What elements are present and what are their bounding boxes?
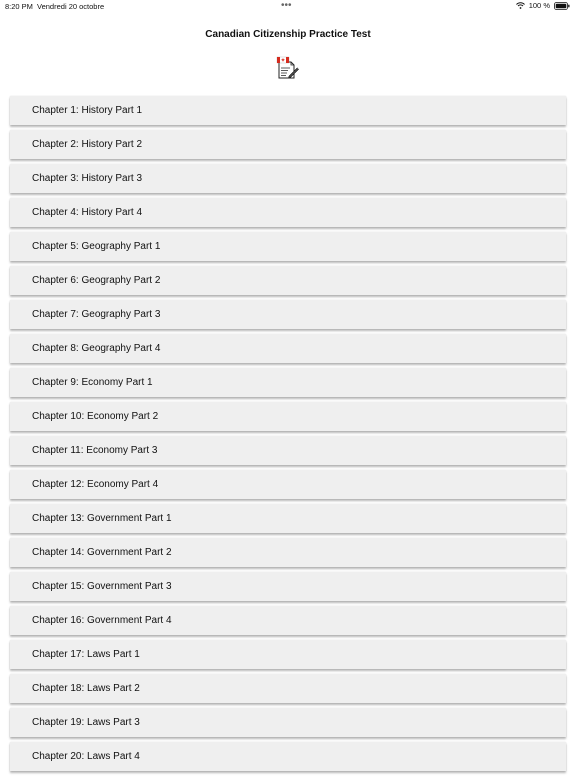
chapter-label: Chapter 20: Laws Part 4 (32, 751, 140, 762)
chapter-label: Chapter 3: History Part 3 (32, 173, 143, 184)
status-right-group: 100 % (515, 1, 570, 10)
chapter-label: Chapter 17: Laws Part 1 (32, 649, 140, 660)
chapter-label: Chapter 19: Laws Part 3 (32, 717, 140, 728)
chapter-label: Chapter 11: Economy Part 3 (32, 445, 158, 456)
chapter-label: Chapter 5: Geography Part 1 (32, 241, 161, 252)
chapter-label: Chapter 12: Economy Part 4 (32, 479, 159, 490)
chapter-label: Chapter 15: Government Part 3 (32, 581, 172, 592)
chapter-item-3[interactable]: Chapter 3: History Part 3 (10, 164, 566, 193)
canada-flag-document-icon (276, 56, 300, 80)
chapter-label: Chapter 9: Economy Part 1 (32, 377, 153, 388)
chapter-item-9[interactable]: Chapter 9: Economy Part 1 (10, 368, 566, 397)
chapter-label: Chapter 1: History Part 1 (32, 105, 143, 116)
chapter-item-14[interactable]: Chapter 14: Government Part 2 (10, 538, 566, 567)
chapter-item-8[interactable]: Chapter 8: Geography Part 4 (10, 334, 566, 363)
chapter-item-2[interactable]: Chapter 2: History Part 2 (10, 130, 566, 159)
multitasking-dots[interactable]: ••• (281, 0, 292, 11)
chapter-item-16[interactable]: Chapter 16: Government Part 4 (10, 606, 566, 635)
chapter-item-17[interactable]: Chapter 17: Laws Part 1 (10, 640, 566, 669)
status-bar: 8:20 PM Vendredi 20 octobre ••• 100 % (0, 0, 576, 14)
chapter-label: Chapter 4: History Part 4 (32, 207, 143, 218)
chapter-label: Chapter 18: Laws Part 2 (32, 683, 140, 694)
chapter-item-15[interactable]: Chapter 15: Government Part 3 (10, 572, 566, 601)
chapter-label: Chapter 6: Geography Part 2 (32, 275, 161, 286)
status-time: 8:20 PM (5, 2, 33, 11)
page-title: Canadian Citizenship Practice Test (205, 29, 371, 40)
chapter-item-12[interactable]: Chapter 12: Economy Part 4 (10, 470, 566, 499)
chapter-item-6[interactable]: Chapter 6: Geography Part 2 (10, 266, 566, 295)
wifi-icon (515, 2, 525, 9)
chapter-label: Chapter 10: Economy Part 2 (32, 411, 159, 422)
status-date: Vendredi 20 octobre (37, 2, 105, 11)
chapter-list: Chapter 1: History Part 1 Chapter 2: His… (10, 96, 566, 776)
chapter-item-10[interactable]: Chapter 10: Economy Part 2 (10, 402, 566, 431)
chapter-item-20[interactable]: Chapter 20: Laws Part 4 (10, 742, 566, 771)
chapter-item-1[interactable]: Chapter 1: History Part 1 (10, 96, 566, 125)
chapter-item-11[interactable]: Chapter 11: Economy Part 3 (10, 436, 566, 465)
chapter-label: Chapter 2: History Part 2 (32, 139, 143, 150)
chapter-item-4[interactable]: Chapter 4: History Part 4 (10, 198, 566, 227)
battery-icon (554, 1, 570, 10)
chapter-item-5[interactable]: Chapter 5: Geography Part 1 (10, 232, 566, 261)
chapter-label: Chapter 16: Government Part 4 (32, 615, 172, 626)
battery-percentage: 100 % (528, 1, 550, 10)
chapter-item-19[interactable]: Chapter 19: Laws Part 3 (10, 708, 566, 737)
chapter-item-13[interactable]: Chapter 13: Government Part 1 (10, 504, 566, 533)
chapter-label: Chapter 13: Government Part 1 (32, 513, 172, 524)
chapter-label: Chapter 7: Geography Part 3 (32, 309, 161, 320)
chapter-label: Chapter 14: Government Part 2 (32, 547, 172, 558)
chapter-item-18[interactable]: Chapter 18: Laws Part 2 (10, 674, 566, 703)
chapter-item-7[interactable]: Chapter 7: Geography Part 3 (10, 300, 566, 329)
chapter-label: Chapter 8: Geography Part 4 (32, 343, 161, 354)
